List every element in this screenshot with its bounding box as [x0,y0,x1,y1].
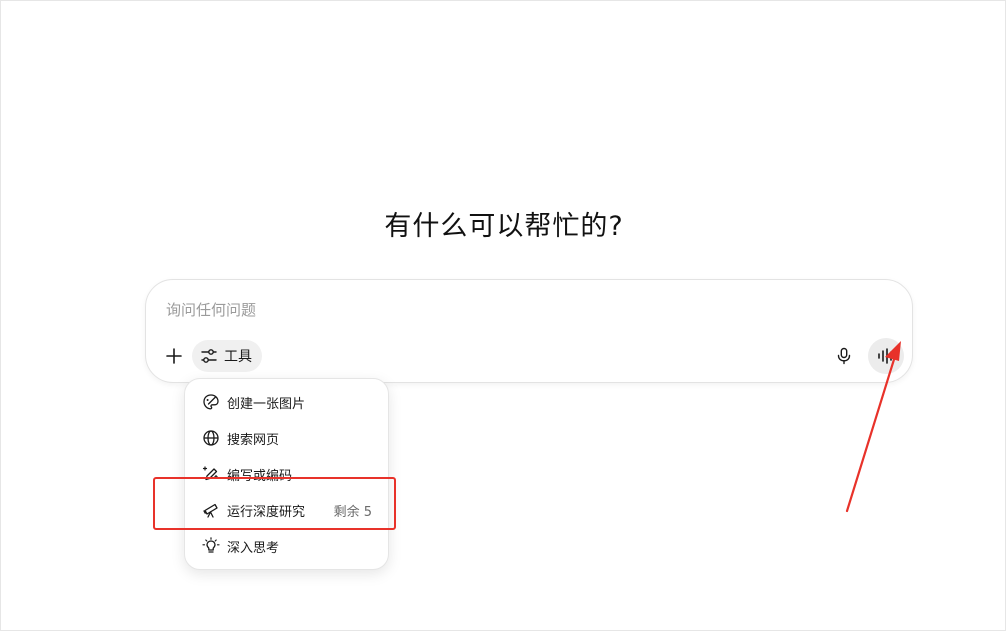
voice-mode-button[interactable] [868,338,904,374]
remaining-count-badge: 剩余 5 [333,504,372,520]
menu-item-label: 深入思考 [227,540,280,556]
page-title: 有什么可以帮忙的? [384,211,624,242]
telescope-icon [201,500,221,520]
lightbulb-icon [201,536,221,556]
globe-icon [201,428,221,448]
message-input[interactable] [166,298,766,322]
attach-button[interactable] [160,342,188,370]
sliders-icon [201,349,217,363]
menu-item-label: 创建一张图片 [227,396,306,412]
tools-button[interactable]: 工具 [192,340,262,372]
message-composer: 工具 [145,279,913,383]
paint-palette-icon [201,392,221,412]
pencil-sparkle-icon [201,464,221,484]
menu-item-write-or-code[interactable]: 编写或编码 [191,458,382,490]
menu-item-think-deeply[interactable]: 深入思考 [191,530,382,562]
voice-waveform-icon [878,348,895,364]
microphone-icon [837,347,851,365]
menu-item-deep-research[interactable]: 运行深度研究 剩余 5 [191,494,382,526]
dictate-button[interactable] [830,342,858,370]
menu-item-label: 搜索网页 [227,432,280,448]
plus-icon [166,348,182,364]
menu-item-search-web[interactable]: 搜索网页 [191,422,382,454]
chat-home-page: 有什么可以帮忙的? 工具 [0,0,1006,631]
tools-label: 工具 [224,349,252,365]
menu-item-label: 编写或编码 [227,468,293,484]
tools-menu: 创建一张图片 搜索网页 编写或编码 运行深度研究 剩余 5 深入思考 [184,378,389,570]
menu-item-create-image[interactable]: 创建一张图片 [191,386,382,418]
menu-item-label: 运行深度研究 [227,504,306,520]
